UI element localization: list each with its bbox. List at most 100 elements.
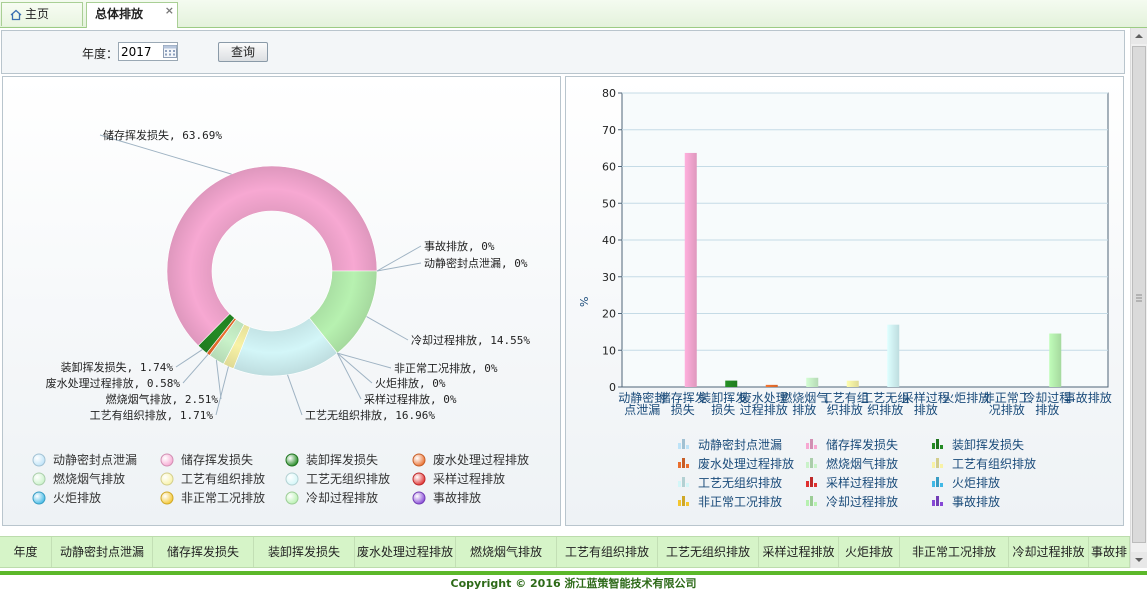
slice-label-7: 采样过程排放, 0% <box>364 392 457 406</box>
leader-line-7 <box>336 352 362 400</box>
x-tick-label-1-1: 损失 <box>671 402 695 417</box>
x-tick-label-0-1: 点泄漏 <box>624 403 660 417</box>
slice-label-9: 非正常工况排放, 0% <box>394 361 498 375</box>
legend-label-2[interactable]: 装卸挥发损失 <box>952 437 1024 452</box>
legend-label-10[interactable]: 冷却过程排放 <box>826 494 898 509</box>
bar-5[interactable] <box>846 380 859 387</box>
bar-1[interactable] <box>684 152 697 387</box>
legend-label-8[interactable]: 火炬排放 <box>53 490 101 505</box>
legend-marker-5 <box>932 458 943 468</box>
tab-home-label: 主页 <box>25 7 50 21</box>
column-header-9: 火炬排放 <box>839 537 900 567</box>
legend-marker-1 <box>160 453 174 467</box>
legend-marker-5 <box>160 472 174 486</box>
tab-home[interactable]: 主页 <box>1 2 83 26</box>
slice-label-11: 事故排放, 0% <box>424 239 495 253</box>
bar-10[interactable] <box>1049 333 1062 387</box>
data-table-header: 年度 动静密封点泄漏 储存挥发损失 装卸挥发损失 废水处理过程排放 燃烧烟气排放 工艺有组织… <box>0 536 1130 568</box>
query-button[interactable]: 查询 <box>218 42 268 62</box>
year-label: 年度： <box>82 47 119 61</box>
slice-label-6: 工艺无组织排放, 16.96% <box>305 408 435 422</box>
donut-chart: 动静密封点泄漏, 0% 储存挥发损失, 63.69% 装卸挥发损失, 1.74% 废水… <box>32 128 530 505</box>
legend-label-0[interactable]: 动静密封点泄漏 <box>53 452 137 467</box>
x-tick-label-5-1: 织排放 <box>827 402 863 417</box>
legend-label-4[interactable]: 燃烧烟气排放 <box>826 456 898 471</box>
slice-label-2: 装卸挥发损失, 1.74% <box>61 360 174 374</box>
scroll-up-icon <box>1135 34 1143 38</box>
home-icon <box>10 9 22 20</box>
y-tick-label-0: 0 <box>609 381 616 394</box>
legend-marker-11 <box>932 496 943 506</box>
legend-label-0[interactable]: 动静密封点泄漏 <box>698 437 782 452</box>
x-tick-label-4-1: 排放 <box>792 402 816 417</box>
slice-label-10: 冷却过程排放, 14.55% <box>411 333 530 347</box>
scroll-down-button[interactable] <box>1131 552 1147 568</box>
legend-label-3[interactable]: 废水处理过程排放 <box>698 456 794 471</box>
column-header-11: 冷却过程排放 <box>1009 537 1089 567</box>
leader-line-2 <box>175 349 203 368</box>
column-header-2: 储存挥发损失 <box>153 537 254 567</box>
column-header-12: 事故排 <box>1089 537 1130 567</box>
scroll-thumb[interactable] <box>1132 46 1146 543</box>
grip-icon <box>1136 294 1142 302</box>
legend-label-1[interactable]: 储存挥发损失 <box>826 437 898 452</box>
leader-line-6 <box>287 374 303 416</box>
slice-label-5: 工艺有组织排放, 1.71% <box>90 408 214 422</box>
y-tick-label-6: 60 <box>602 161 616 174</box>
legend-label-8[interactable]: 火炬排放 <box>952 475 1000 490</box>
x-tick-label-2-1: 损失 <box>711 402 735 417</box>
slice-label-4: 燃烧烟气排放, 2.51% <box>106 392 219 406</box>
legend-marker-3 <box>678 458 689 468</box>
legend-label-9[interactable]: 非正常工况排放 <box>181 490 265 505</box>
bar-3[interactable] <box>765 384 778 387</box>
column-header-3: 装卸挥发损失 <box>254 537 355 567</box>
legend-label-11[interactable]: 事故排放 <box>952 494 1000 509</box>
column-header-0: 年度 <box>0 537 52 567</box>
footer: Copyright © 2016 浙江蓝策智能技术有限公司 <box>0 571 1147 593</box>
legend-label-6[interactable]: 工艺无组织排放 <box>306 471 390 486</box>
legend-marker-6 <box>285 472 299 486</box>
column-header-10: 非正常工况排放 <box>900 537 1009 567</box>
column-header-8: 采样过程排放 <box>759 537 839 567</box>
bar-chart: 0 10 20 30 40 50 60 70 80% 动静密封点泄漏 储存挥发损失 装卸挥发损失废水处… <box>578 87 1112 509</box>
legend-label-5[interactable]: 工艺有组织排放 <box>181 471 265 486</box>
bar-6[interactable] <box>887 324 900 387</box>
y-tick-label-8: 80 <box>602 87 616 100</box>
bar-4[interactable] <box>806 377 819 387</box>
leader-line-3 <box>182 354 209 384</box>
legend-label-9[interactable]: 非正常工况排放 <box>698 494 782 509</box>
legend-label-11[interactable]: 事故排放 <box>433 490 481 505</box>
legend-label-3[interactable]: 废水处理过程排放 <box>433 452 529 467</box>
legend-marker-1 <box>806 439 817 449</box>
slice-label-1: 储存挥发损失, 63.69% <box>103 128 222 142</box>
tab-overall-emission[interactable]: 总体排放 × <box>86 2 178 28</box>
legend-label-1[interactable]: 储存挥发损失 <box>181 452 253 467</box>
donut-chart-panel: 动静密封点泄漏, 0% 储存挥发损失, 63.69% 装卸挥发损失, 1.74% 废水… <box>2 76 561 526</box>
bar-chart-panel: 0 10 20 30 40 50 60 70 80% 动静密封 点泄漏 储存挥发 损失 装卸挥发 损失 废水处… <box>565 76 1124 526</box>
legend-label-7[interactable]: 采样过程排放 <box>433 471 505 486</box>
legend-label-10[interactable]: 冷却过程排放 <box>306 490 378 505</box>
calendar-icon[interactable] <box>163 44 177 58</box>
legend-label-5[interactable]: 工艺有组织排放 <box>952 456 1036 471</box>
legend-label-7[interactable]: 采样过程排放 <box>826 475 898 490</box>
legend-marker-7 <box>806 477 817 487</box>
legend-label-2[interactable]: 装卸挥发损失 <box>306 452 378 467</box>
legend-marker-10 <box>285 491 299 505</box>
scroll-up-button[interactable] <box>1131 28 1147 44</box>
x-tick-label-6-1: 织排放 <box>867 402 903 417</box>
copyright-text: Copyright © 2016 浙江蓝策智能技术有限公司 <box>450 577 697 590</box>
legend-label-4[interactable]: 燃烧烟气排放 <box>53 471 125 486</box>
y-tick-label-1: 10 <box>602 344 616 357</box>
query-bar: 年度： 查询 <box>1 30 1125 74</box>
legend-marker-9 <box>678 496 689 506</box>
close-icon[interactable]: × <box>165 0 174 22</box>
tab-bar: 主页 总体排放 × <box>0 0 1147 28</box>
bar-2[interactable] <box>725 380 738 387</box>
column-header-7: 工艺无组织排放 <box>658 537 759 567</box>
slice-label-0: 动静密封点泄漏, 0% <box>424 256 528 270</box>
legend-label-6[interactable]: 工艺无组织排放 <box>698 475 782 490</box>
legend-marker-10 <box>806 496 817 506</box>
x-tick-label-11-0: 事故排放 <box>1064 390 1112 405</box>
vertical-scrollbar[interactable] <box>1130 28 1147 568</box>
legend-marker-0 <box>32 453 46 467</box>
